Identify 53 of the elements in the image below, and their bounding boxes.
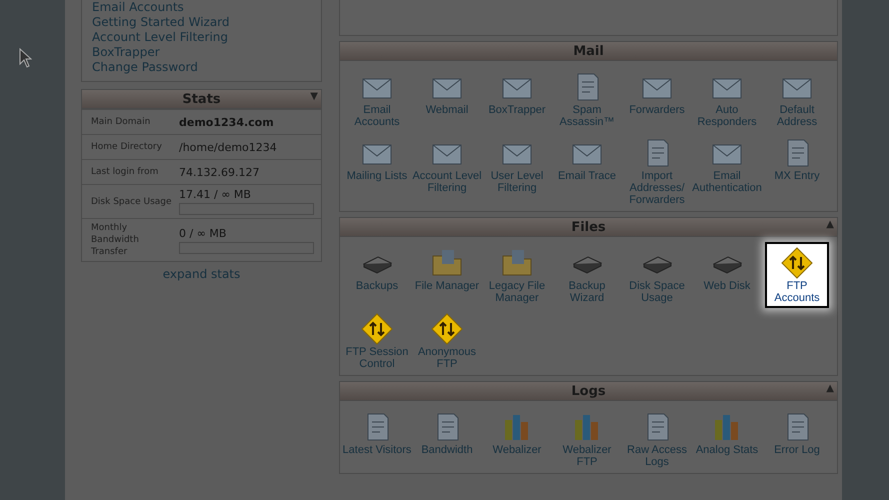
feature-link[interactable]: Mailing Lists	[342, 134, 412, 208]
feature-link[interactable]: Forwarders	[622, 68, 692, 130]
feature-link[interactable]: Anonymous FTP	[412, 310, 482, 372]
stat-value: demo1234.com	[179, 116, 275, 128]
stat-label: Main Domain	[90, 116, 152, 129]
feature-link[interactable]: Latest Visitors	[342, 408, 412, 470]
feature-link[interactable]: Raw Access Logs	[622, 408, 692, 470]
feature-link[interactable]: Email Authentication	[692, 134, 762, 208]
feature-link[interactable]: Email Trace	[552, 134, 622, 208]
panel-title: Mail	[573, 44, 604, 58]
feature-link[interactable]: Backup Wizard	[552, 244, 622, 306]
collapse-toggle[interactable]: ▲	[826, 383, 834, 394]
stat-value: 74.132.69.127	[179, 166, 260, 178]
feature-link[interactable]: BoxTrapper	[482, 68, 552, 130]
collapse-toggle[interactable]: ▼	[310, 91, 318, 102]
feature-link[interactable]: Analog Stats	[692, 408, 762, 470]
sidebar-link[interactable]: Email Accounts	[92, 0, 311, 15]
feature-link[interactable]: Webalizer FTP	[552, 408, 622, 470]
feature-link[interactable]: Legacy File Manager	[482, 244, 552, 306]
feature-link[interactable]: User Level Filtering	[482, 134, 552, 208]
feature-link[interactable]: Spam Assassin™	[552, 68, 622, 130]
sidebar-link[interactable]: Account Level Filtering	[92, 30, 311, 45]
panel-title: Files	[571, 220, 606, 234]
stat-label: Last login from	[90, 166, 160, 179]
feature-link[interactable]: Bandwidth	[412, 408, 482, 470]
feature-link[interactable]: Auto Responders	[692, 68, 762, 130]
feature-link[interactable]: Email Accounts	[342, 68, 412, 130]
feature-link[interactable]: Webmail	[412, 68, 482, 130]
expand-stats-link[interactable]: expand stats	[81, 267, 322, 281]
stat-label: Home Directory	[90, 141, 163, 154]
sidebar-link[interactable]: Getting Started Wizard	[92, 15, 311, 30]
feature-link[interactable]: MX Entry	[762, 134, 832, 208]
stat-label: Disk Space Usage	[90, 196, 173, 208]
sidebar-link[interactable]: Change Password	[92, 60, 311, 75]
stat-value: /home/demo1234	[179, 140, 278, 154]
feature-link[interactable]: Import Addresses/ Forwarders	[622, 134, 692, 208]
feature-link[interactable]: Error Log	[762, 408, 832, 470]
stat-value: 17.41 / ∞ MB	[179, 188, 252, 201]
feature-link[interactable]: Webalizer	[482, 408, 552, 470]
feature-link[interactable]: Backups	[342, 244, 412, 306]
feature-link[interactable]: File Manager	[412, 244, 482, 306]
sidebar-link[interactable]: BoxTrapper	[92, 45, 311, 60]
collapse-toggle[interactable]: ▲	[826, 219, 834, 230]
feature-link[interactable]: Disk Space Usage	[622, 244, 692, 306]
panel-title: Logs	[571, 384, 606, 398]
stat-value: 0 / ∞ MB	[179, 226, 228, 240]
stat-label: Monthly Bandwidth Transfer	[90, 222, 140, 259]
feature-link[interactable]: FTP Accounts	[765, 242, 829, 308]
feature-link[interactable]: FTP Session Control	[342, 310, 412, 372]
feature-link[interactable]: Web Disk	[692, 244, 762, 306]
feature-link[interactable]: Account Level Filtering	[412, 134, 482, 208]
feature-link[interactable]: Default Address	[762, 68, 832, 130]
panel-title: Stats	[182, 92, 221, 106]
